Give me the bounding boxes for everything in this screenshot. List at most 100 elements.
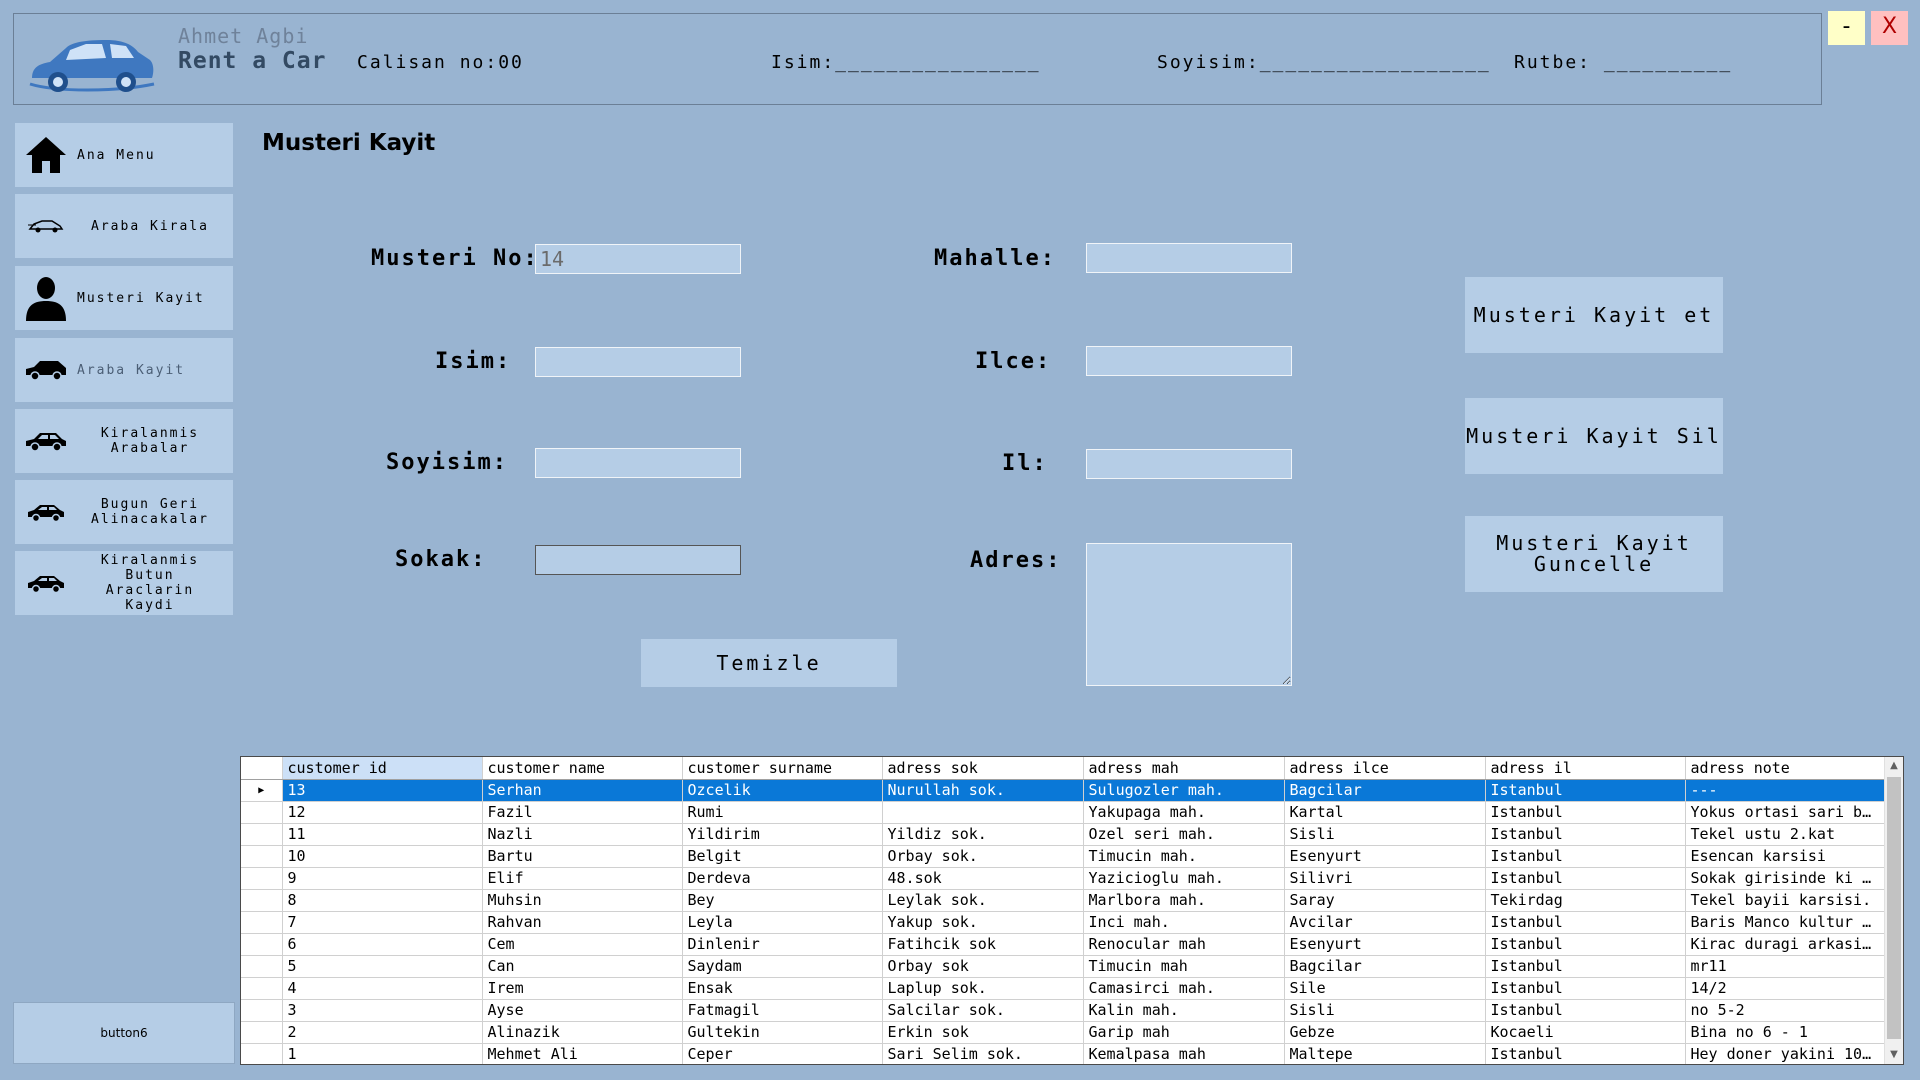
table-cell[interactable]: Orbay sok bbox=[882, 955, 1084, 978]
table-cell[interactable]: Leylak sok. bbox=[882, 889, 1084, 912]
table-cell[interactable]: Kocaeli bbox=[1485, 1021, 1686, 1044]
table-cell[interactable]: 2 bbox=[282, 1021, 483, 1044]
table-cell[interactable]: 8 bbox=[282, 889, 483, 912]
column-header[interactable]: adress note bbox=[1685, 757, 1886, 780]
table-cell[interactable]: Istanbul bbox=[1485, 1043, 1686, 1064]
row-header[interactable] bbox=[241, 977, 283, 1000]
customer-no-field[interactable] bbox=[535, 244, 741, 274]
table-cell[interactable]: Nazli bbox=[482, 823, 683, 846]
table-cell[interactable]: Silivri bbox=[1284, 867, 1486, 890]
table-cell[interactable]: Erkin sok bbox=[882, 1021, 1084, 1044]
table-cell[interactable]: Baris Manco kultur merkezi bbox=[1685, 911, 1886, 934]
table-cell[interactable]: Ayse bbox=[482, 999, 683, 1022]
table-cell[interactable]: Avcilar bbox=[1284, 911, 1486, 934]
update-customer-button[interactable]: Musteri Kayit Guncelle bbox=[1465, 516, 1723, 592]
sidebar-item-kiralanmis-arabalar[interactable]: Kiralanmis Arabalar bbox=[15, 409, 233, 473]
table-cell[interactable]: Istanbul bbox=[1485, 801, 1686, 824]
city-field[interactable] bbox=[1086, 449, 1292, 479]
table-cell[interactable]: Bey bbox=[682, 889, 883, 912]
table-cell[interactable]: Istanbul bbox=[1485, 867, 1686, 890]
table-cell[interactable]: Sokak girisinde ki kirmizi bina bbox=[1685, 867, 1886, 890]
table-cell[interactable]: Laplup sok. bbox=[882, 977, 1084, 1000]
table-cell[interactable]: 13 bbox=[282, 779, 483, 802]
row-header[interactable] bbox=[241, 955, 283, 978]
table-cell[interactable]: mr11 bbox=[1685, 955, 1886, 978]
table-cell[interactable]: Timucin mah. bbox=[1083, 845, 1285, 868]
table-cell[interactable]: Bina no 6 - 1 bbox=[1685, 1021, 1886, 1044]
table-cell[interactable]: Yakupaga mah. bbox=[1083, 801, 1285, 824]
district-field[interactable] bbox=[1086, 346, 1292, 376]
vertical-scrollbar[interactable]: ▲ ▼ bbox=[1884, 757, 1903, 1064]
table-cell[interactable]: Orbay sok. bbox=[882, 845, 1084, 868]
table-cell[interactable]: Istanbul bbox=[1485, 823, 1686, 846]
scroll-down-arrow-icon[interactable]: ▼ bbox=[1885, 1046, 1903, 1064]
table-cell[interactable]: 1 bbox=[282, 1043, 483, 1064]
table-cell[interactable]: Bagcilar bbox=[1284, 779, 1486, 802]
table-cell[interactable]: Istanbul bbox=[1485, 845, 1686, 868]
sidebar-item-kiralanmis-butun[interactable]: Kiralanmis Butun Araclarin Kaydi bbox=[15, 551, 233, 615]
table-cell[interactable]: Sari Selim sok. bbox=[882, 1043, 1084, 1064]
clear-button[interactable]: Temizle bbox=[641, 639, 897, 687]
table-cell[interactable]: Istanbul bbox=[1485, 779, 1686, 802]
table-cell[interactable]: Inci mah. bbox=[1083, 911, 1285, 934]
street-field[interactable] bbox=[535, 545, 741, 575]
table-cell[interactable]: Leyla bbox=[682, 911, 883, 934]
column-header[interactable]: customer name bbox=[482, 757, 683, 780]
table-row[interactable]: 12 Fazil Rumi Yakupaga mah. Kartal Istanbul Yo… bbox=[241, 801, 1886, 824]
table-cell[interactable]: Sulugozler mah. bbox=[1083, 779, 1285, 802]
sidebar-item-bugun-geri[interactable]: Bugun Geri Alinacakalar bbox=[15, 480, 233, 544]
table-cell[interactable]: Yokus ortasi sari bina bbox=[1685, 801, 1886, 824]
neighborhood-field[interactable] bbox=[1086, 243, 1292, 273]
table-cell[interactable]: Yildiz sok. bbox=[882, 823, 1084, 846]
table-cell[interactable]: 11 bbox=[282, 823, 483, 846]
table-cell[interactable]: Serhan bbox=[482, 779, 683, 802]
table-row[interactable]: 10 Bartu Belgit Orbay sok. Timucin mah. Eseny… bbox=[241, 845, 1886, 868]
table-cell[interactable]: Hey doner yakini 10/2 bbox=[1685, 1043, 1886, 1064]
table-cell[interactable]: Yildirim bbox=[682, 823, 883, 846]
table-cell[interactable]: Fatmagil bbox=[682, 999, 883, 1022]
table-cell[interactable]: Tekirdag bbox=[1485, 889, 1686, 912]
delete-customer-button[interactable]: Musteri Kayit Sil bbox=[1465, 398, 1723, 474]
table-cell[interactable]: Istanbul bbox=[1485, 955, 1686, 978]
table-cell[interactable]: Marlbora mah. bbox=[1083, 889, 1285, 912]
table-cell[interactable]: Istanbul bbox=[1485, 999, 1686, 1022]
table-cell[interactable]: 5 bbox=[282, 955, 483, 978]
table-cell[interactable]: 3 bbox=[282, 999, 483, 1022]
table-cell[interactable]: Camasirci mah. bbox=[1083, 977, 1285, 1000]
table-cell[interactable]: Ceper bbox=[682, 1043, 883, 1064]
table-cell[interactable]: Kartal bbox=[1284, 801, 1486, 824]
row-header[interactable] bbox=[241, 1043, 283, 1064]
name-field[interactable] bbox=[535, 347, 741, 377]
table-cell[interactable]: Kirac duragi arkasi 5-3 bbox=[1685, 933, 1886, 956]
row-header[interactable] bbox=[241, 845, 283, 868]
table-cell[interactable]: 12 bbox=[282, 801, 483, 824]
register-customer-button[interactable]: Musteri Kayit et bbox=[1465, 277, 1723, 353]
table-cell[interactable]: Sisli bbox=[1284, 823, 1486, 846]
column-header[interactable]: customer surname bbox=[682, 757, 883, 780]
table-cell[interactable]: Bartu bbox=[482, 845, 683, 868]
customer-data-grid[interactable]: customer id customer name customer surna… bbox=[240, 756, 1904, 1065]
table-row[interactable]: 2 Alinazik Gultekin Erkin sok Garip mah Gebze… bbox=[241, 1021, 1886, 1044]
table-cell[interactable]: Cem bbox=[482, 933, 683, 956]
table-cell[interactable]: Maltepe bbox=[1284, 1043, 1486, 1064]
table-cell[interactable]: Rumi bbox=[682, 801, 883, 824]
close-button[interactable]: X bbox=[1871, 11, 1908, 45]
surname-field[interactable] bbox=[535, 448, 741, 478]
table-cell[interactable]: Ozcelik bbox=[682, 779, 883, 802]
row-header[interactable] bbox=[241, 911, 283, 934]
row-header[interactable] bbox=[241, 933, 283, 956]
table-cell[interactable]: 14/2 bbox=[1685, 977, 1886, 1000]
table-cell[interactable]: Garip mah bbox=[1083, 1021, 1285, 1044]
table-cell[interactable]: Kalin mah. bbox=[1083, 999, 1285, 1022]
table-cell[interactable]: Istanbul bbox=[1485, 911, 1686, 934]
table-row[interactable]: 1 Mehmet Ali Ceper Sari Selim sok. Kemalpasa… bbox=[241, 1043, 1886, 1064]
table-cell[interactable]: Muhsin bbox=[482, 889, 683, 912]
table-cell[interactable]: 7 bbox=[282, 911, 483, 934]
table-cell[interactable]: 4 bbox=[282, 977, 483, 1000]
table-cell[interactable]: Kemalpasa mah bbox=[1083, 1043, 1285, 1064]
sidebar-item-musteri-kayit[interactable]: Musteri Kayit bbox=[15, 266, 233, 330]
sidebar-item-ana-menu[interactable]: Ana Menu bbox=[15, 123, 233, 187]
table-cell[interactable] bbox=[882, 801, 1084, 824]
row-header[interactable]: ▶ bbox=[241, 779, 283, 802]
table-cell[interactable]: Sisli bbox=[1284, 999, 1486, 1022]
